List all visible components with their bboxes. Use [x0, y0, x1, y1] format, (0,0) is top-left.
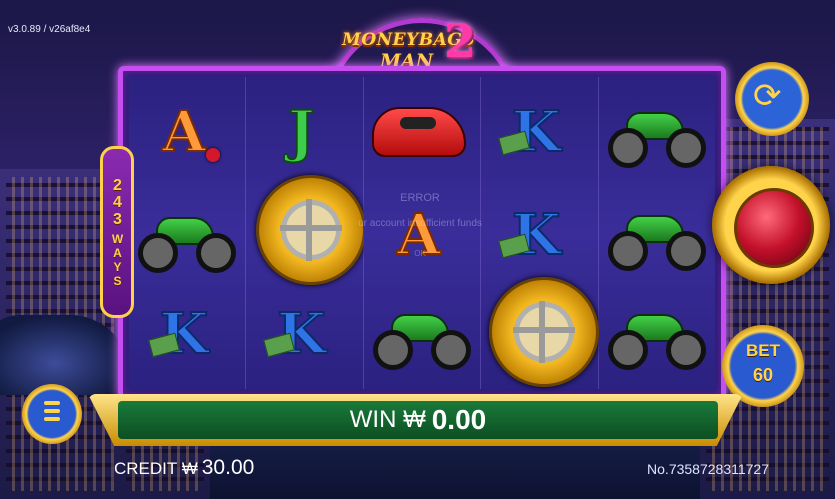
spin-button[interactable] — [712, 166, 830, 284]
credit-amount: 30.00 — [201, 456, 255, 479]
symbol-motorcycle — [604, 185, 706, 285]
vault-wheel-icon — [280, 199, 343, 261]
credit-display: CREDIT ₩30.00 — [114, 456, 254, 480]
symbol-a: A — [134, 82, 234, 182]
reel-4: K K — [481, 77, 600, 389]
symbol-vault — [489, 277, 600, 387]
symbol-k: K — [251, 284, 351, 384]
menu-button[interactable] — [22, 384, 82, 444]
symbol-k: K — [486, 185, 586, 285]
reel-1: A K — [129, 77, 247, 389]
win-amount: 0.00 — [431, 404, 487, 435]
error-ok-button[interactable]: OK — [350, 249, 490, 258]
reel-2: J K — [246, 77, 367, 389]
symbol-j: J — [287, 99, 315, 165]
win-display: WIN ₩ 0.00 — [118, 401, 718, 439]
menu-icon — [44, 401, 60, 425]
autoplay-button[interactable]: ⟳ — [735, 62, 809, 136]
vault-wheel-icon — [513, 301, 576, 363]
error-title: ERROR — [400, 192, 440, 204]
symbol-motorcycle — [604, 284, 706, 384]
error-message: ur account insufficient funds — [358, 218, 482, 229]
symbol-k: K — [134, 284, 234, 384]
reel-5 — [598, 77, 716, 389]
round-number: No.7358728311727 — [647, 461, 769, 477]
symbol-sports-car — [369, 82, 469, 182]
error-overlay: ERROR ur account insufficient funds OK — [350, 180, 490, 258]
symbol-motorcycle — [604, 82, 706, 182]
symbol-k: K — [486, 82, 586, 182]
credit-label: CREDIT ₩ — [114, 459, 198, 478]
bet-value: 60 — [752, 365, 774, 385]
version-label: v3.0.89 / v26af8e4 — [8, 24, 91, 35]
symbol-motorcycle — [369, 284, 471, 384]
bet-label: BET — [746, 341, 780, 360]
autoplay-icon: ⟳ — [753, 77, 782, 115]
rose-icon — [206, 148, 220, 162]
ways-badge: 243 WAYS — [100, 146, 134, 318]
ruby-gem-icon — [734, 188, 814, 268]
win-label: WIN ₩ — [349, 406, 426, 433]
symbol-motorcycle — [134, 187, 236, 287]
